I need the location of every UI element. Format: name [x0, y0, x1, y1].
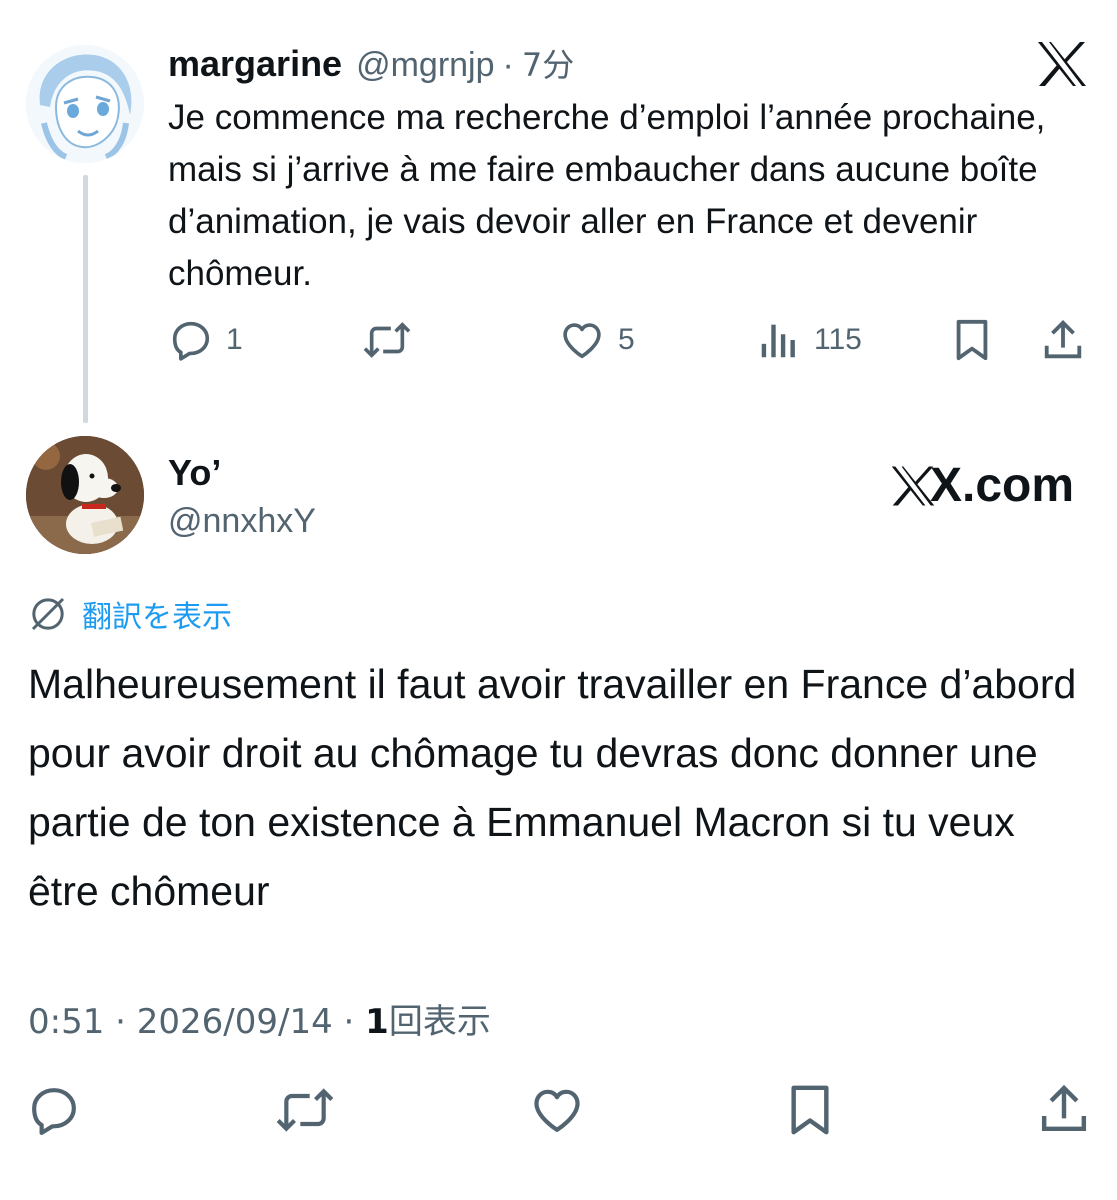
avatar-margarine[interactable] [26, 45, 144, 163]
x-logo-icon[interactable] [1036, 40, 1088, 93]
analytics-icon [761, 324, 795, 358]
snoopy-avatar-image [26, 436, 144, 554]
repost-button[interactable] [362, 317, 412, 363]
tweet-timestamp: 0:51 · 2026/09/14 · 1回表示 [28, 994, 491, 1043]
parent-header: margarine @mgrnjp · 7分 [168, 40, 574, 86]
bookmark-button-main[interactable] [784, 1082, 836, 1138]
reply-count: 1 [226, 323, 243, 356]
repost-icon [276, 1088, 334, 1132]
reply-handle[interactable]: @nnxhxY [168, 502, 316, 541]
timestamp-text[interactable]: 0:51 · 2026/09/14 · [28, 1002, 365, 1042]
bookmark-icon [956, 319, 988, 361]
repost-button-main[interactable] [274, 1082, 336, 1138]
repost-icon [363, 322, 411, 358]
translate-link[interactable]: 翻訳を表示 [28, 592, 232, 636]
share-icon [1044, 320, 1082, 359]
views-count: 115 [814, 323, 862, 356]
like-count: 5 [618, 323, 635, 356]
bookmark-button[interactable] [950, 317, 994, 363]
like-button-main[interactable] [528, 1082, 586, 1138]
bookmark-icon [791, 1085, 829, 1135]
reply-button[interactable]: 1 [168, 317, 243, 363]
anime-avatar-image [26, 45, 144, 163]
watermark-text: X.com [930, 459, 1075, 512]
share-button-main[interactable] [1036, 1080, 1092, 1138]
reply-icon [32, 1088, 76, 1135]
views-button[interactable]: 115 [758, 317, 862, 363]
translate-globe-icon [31, 597, 65, 631]
handle[interactable]: @mgrnjp [356, 46, 494, 85]
reply-button-main[interactable] [26, 1082, 82, 1138]
reply-icon [172, 321, 210, 361]
avatar-yo[interactable] [26, 436, 144, 554]
share-button[interactable] [1040, 317, 1086, 363]
separator: · [502, 46, 514, 84]
like-button[interactable]: 5 [558, 317, 635, 363]
reply-display-name[interactable]: Yo’ [168, 452, 221, 494]
heart-icon [563, 323, 601, 359]
parent-tweet-text: Je commence ma recherche d’emploi l’anné… [168, 98, 1046, 293]
view-count: 1 [365, 1002, 389, 1042]
display-name[interactable]: margarine [168, 43, 342, 85]
share-icon [1041, 1084, 1087, 1132]
x-com-watermark: X.com [890, 458, 1074, 513]
translate-label[interactable]: 翻訳を表示 [82, 592, 232, 636]
tweet-time[interactable]: 7分 [522, 40, 574, 86]
views-label: 回表示 [388, 1002, 491, 1042]
thread-line [83, 175, 88, 423]
reply-tweet-text: Malheureusement il faut avoir travailler… [28, 661, 1077, 914]
heart-icon [534, 1089, 580, 1132]
